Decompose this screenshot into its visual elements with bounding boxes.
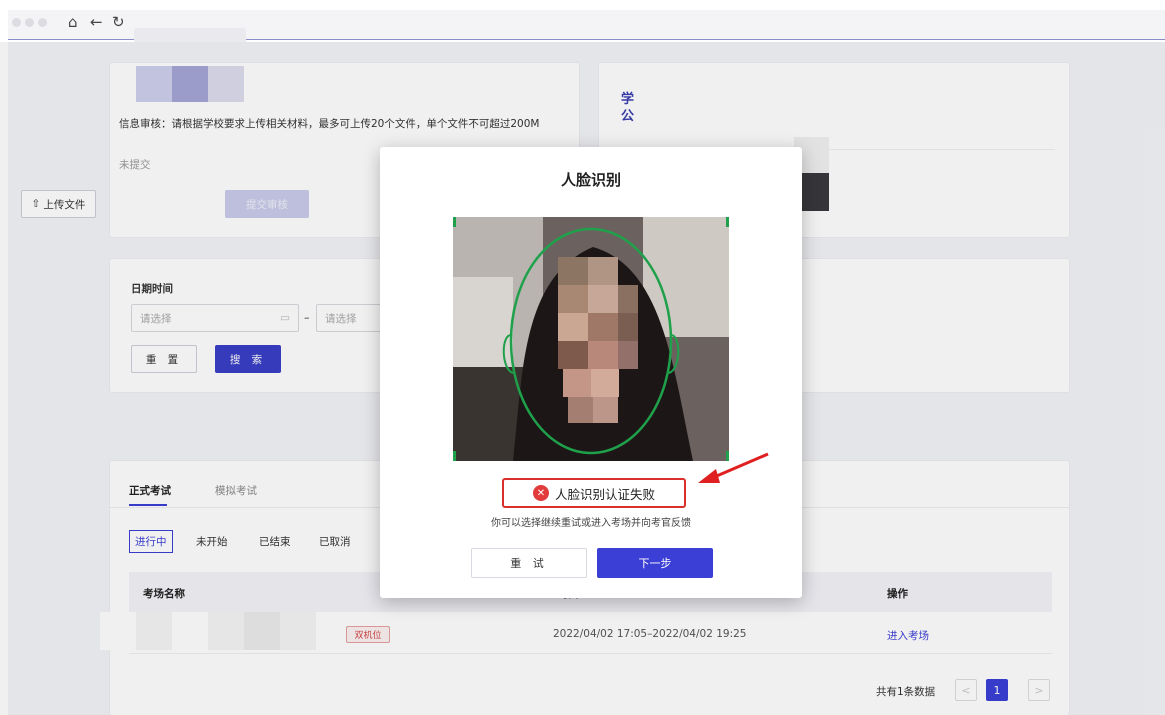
camera-preview — [453, 217, 729, 461]
recognition-failed-box: ✕ 人脸识别认证失败 — [502, 478, 686, 508]
annotation-arrow-icon — [698, 452, 769, 483]
window-dot[interactable] — [38, 18, 47, 27]
window-controls — [12, 18, 47, 27]
browser-toolbar: ⌂ ← ↻ — [0, 0, 1165, 42]
window-dot[interactable] — [25, 18, 34, 27]
next-step-button[interactable]: 下一步 — [597, 548, 713, 578]
back-arrow-icon[interactable]: ← — [90, 12, 103, 32]
camera-frame-image — [453, 217, 729, 461]
refresh-icon[interactable]: ↻ — [112, 12, 125, 32]
retry-hint: 你可以选择继续重试或进入考场并向考官反馈 — [491, 518, 691, 529]
window-dot[interactable] — [12, 18, 21, 27]
home-icon[interactable]: ⌂ — [68, 12, 78, 32]
retry-button[interactable]: 重 试 — [471, 548, 587, 578]
failed-message: 人脸识别认证失败 — [554, 486, 655, 502]
browser-tab[interactable] — [134, 28, 246, 42]
error-icon: ✕ — [532, 485, 549, 501]
modal-title: 人脸识别 — [560, 171, 621, 189]
face-recognition-modal: 人脸识别 ✕ 人脸识别认证失败 你可以选择继续重试或进入考场并向考官反馈 重 试… — [380, 147, 802, 598]
